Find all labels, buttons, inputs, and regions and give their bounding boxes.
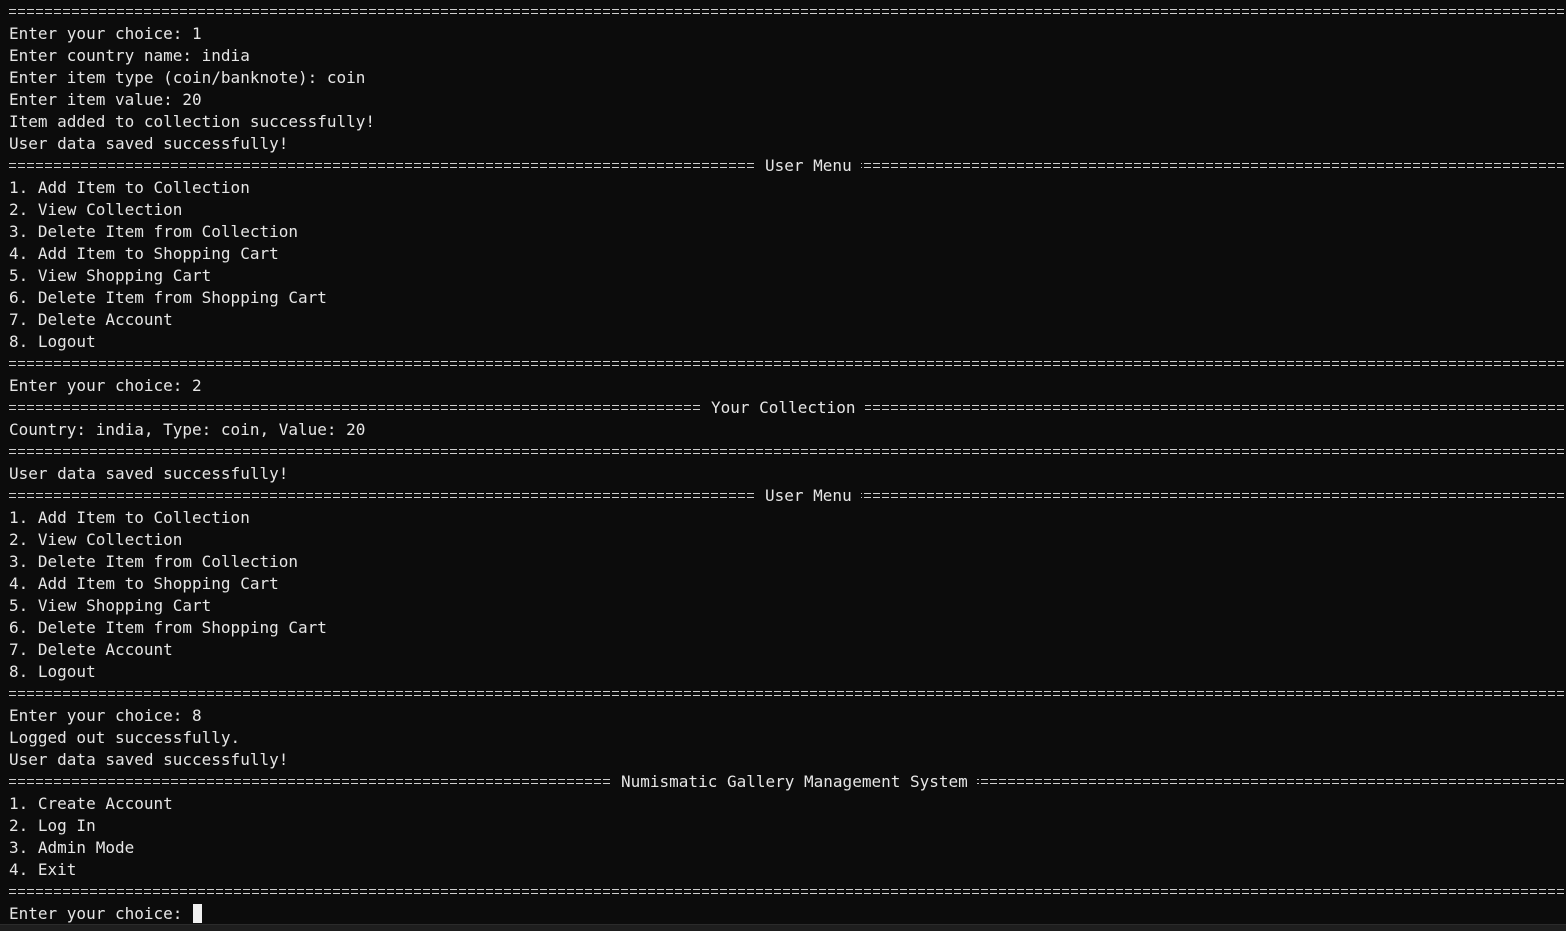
user-menu-header: User Menu <box>0 155 1566 177</box>
menu-item: 2. Log In <box>9 816 96 835</box>
menu-item: 5. View Shopping Cart <box>9 266 212 285</box>
separator-rule <box>0 881 1566 903</box>
text-cursor[interactable] <box>193 904 203 923</box>
menu-item: 4. Add Item to Shopping Cart <box>9 574 279 593</box>
terminal-output[interactable]: Enter your choice: 1 Enter country name:… <box>0 1 1566 925</box>
status-bar <box>0 924 1566 931</box>
menu-item: 4. Add Item to Shopping Cart <box>9 244 279 263</box>
menu-item: 8. Logout <box>9 332 96 351</box>
user-menu-header: User Menu <box>0 485 1566 507</box>
output-line: Enter item value: 20 <box>9 90 202 109</box>
menu-item: 8. Logout <box>9 662 96 681</box>
collection-header: Your Collection <box>0 397 1566 419</box>
separator-rule <box>0 1 1566 23</box>
menu-item: 6. Delete Item from Shopping Cart <box>9 288 327 307</box>
menu-item: 1. Add Item to Collection <box>9 178 250 197</box>
prompt-text: Enter your choice: <box>9 904 193 923</box>
menu-item: 1. Add Item to Collection <box>9 508 250 527</box>
output-line: Enter item type (coin/banknote): coin <box>9 68 366 87</box>
output-line: Item added to collection successfully! <box>9 112 376 131</box>
menu-item: 3. Delete Item from Collection <box>9 552 298 571</box>
separator-rule <box>0 353 1566 375</box>
separator-rule <box>0 441 1566 463</box>
menu-item: 7. Delete Account <box>9 640 173 659</box>
output-line: Enter country name: india <box>9 46 250 65</box>
collection-item: Country: india, Type: coin, Value: 20 <box>9 420 366 439</box>
menu-item: 5. View Shopping Cart <box>9 596 212 615</box>
menu-item: 2. View Collection <box>9 530 183 549</box>
user-menu-title: User Menu <box>756 485 861 507</box>
main-menu-header: Numismatic Gallery Management System <box>0 771 1566 793</box>
menu-item: 3. Delete Item from Collection <box>9 222 298 241</box>
input-prompt-line[interactable]: Enter your choice: <box>0 903 1566 925</box>
menu-item: 4. Exit <box>9 860 77 879</box>
menu-item: 7. Delete Account <box>9 310 173 329</box>
user-menu-title: User Menu <box>756 155 861 177</box>
separator-rule <box>0 683 1566 705</box>
menu-item: 3. Admin Mode <box>9 838 135 857</box>
output-line: User data saved successfully! <box>9 134 289 153</box>
output-line: Enter your choice: 2 <box>9 376 202 395</box>
menu-item: 6. Delete Item from Shopping Cart <box>9 618 327 637</box>
output-line: Logged out successfully. <box>9 728 241 747</box>
collection-title: Your Collection <box>702 397 865 419</box>
menu-item: 2. View Collection <box>9 200 183 219</box>
output-line: Enter your choice: 1 <box>9 24 202 43</box>
menu-item: 1. Create Account <box>9 794 173 813</box>
output-line: Enter your choice: 8 <box>9 706 202 725</box>
output-line: User data saved successfully! <box>9 464 289 483</box>
main-menu-title: Numismatic Gallery Management System <box>612 771 977 793</box>
output-line: User data saved successfully! <box>9 750 289 769</box>
